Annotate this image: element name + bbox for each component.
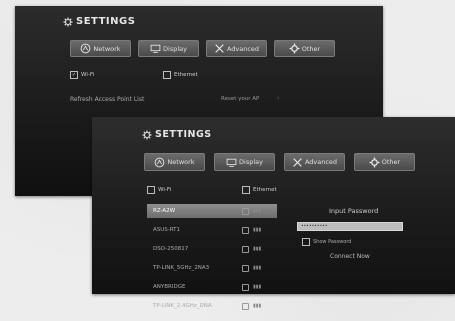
tab-display-label: Display xyxy=(163,44,187,53)
settings-tabs: Network Display Advanced Other xyxy=(70,40,335,57)
show-password-box[interactable] xyxy=(302,238,310,246)
settings-title-text: SETTINGS xyxy=(76,16,136,27)
list-item[interactable]: TP-LINK_5GHz_2NA3 ▮▮▮ xyxy=(147,261,277,275)
lock-icon xyxy=(242,283,249,291)
gear-icon xyxy=(369,157,380,168)
ap-name: DSO-250817 xyxy=(153,246,189,252)
gear-icon xyxy=(63,17,73,27)
network-icon xyxy=(154,157,165,168)
ethernet-checkbox[interactable]: Ethernet xyxy=(242,186,277,194)
signal-icon: ▮▮▮ xyxy=(253,265,262,271)
gear-icon xyxy=(289,43,300,54)
chevron-right-icon: › xyxy=(277,95,280,102)
tab-display-label: Display xyxy=(239,158,263,166)
ap-name: TP-LINK_5GHz_2NA3 xyxy=(153,265,210,271)
tab-other[interactable]: Other xyxy=(274,40,335,57)
list-item[interactable]: ASUS-RT1 ▮▮▮ xyxy=(147,223,277,237)
input-password-label: Input Password xyxy=(329,207,379,215)
connect-now-button[interactable]: Connect Now xyxy=(330,253,370,260)
list-item[interactable]: ANYBRIDGE ▮▮▮ xyxy=(147,280,277,294)
wifi-checkbox[interactable]: ✓ Wi-Fi xyxy=(70,71,94,79)
settings-title-text: SETTINGS xyxy=(155,129,212,140)
ethernet-checkbox-box[interactable] xyxy=(242,186,250,194)
tab-advanced-label: Advanced xyxy=(226,44,260,53)
display-icon xyxy=(226,157,237,168)
list-item[interactable]: TP-LINK_2.4GHz_DNA ▮▮▮ xyxy=(147,299,277,313)
ap-name: ASUS-RT1 xyxy=(153,227,181,233)
tab-advanced-label: Advanced xyxy=(304,158,338,166)
gear-icon xyxy=(142,130,152,140)
network-icon xyxy=(80,43,91,54)
signal-icon: ▮▮▮ xyxy=(253,227,262,233)
signal-icon: ▮▮▮ xyxy=(253,284,262,290)
wifi-label: Wi-Fi xyxy=(158,187,172,193)
settings-panel-front: SETTINGS Network Display Advanced Other … xyxy=(92,117,455,310)
tab-other-label: Other xyxy=(301,44,321,53)
wifi-label: Wi-Fi xyxy=(81,72,95,78)
ap-name: TP-LINK_2.4GHz_DNA xyxy=(153,303,212,309)
ethernet-checkbox-box[interactable] xyxy=(163,71,171,79)
lock-icon xyxy=(242,302,249,310)
ethernet-label: Ethernet xyxy=(174,72,198,78)
signal-icon: ▮▮▮ xyxy=(253,246,262,252)
tab-network[interactable]: Network xyxy=(144,153,205,171)
lock-icon xyxy=(242,226,249,234)
list-item[interactable]: DSO-250817 ▮▮▮ xyxy=(147,242,277,256)
lock-icon xyxy=(242,207,249,215)
tab-network-label: Network xyxy=(93,44,121,53)
tab-network-label: Network xyxy=(167,158,195,166)
show-password-checkbox[interactable]: Show Password xyxy=(302,238,351,246)
settings-tabs: Network Display Advanced Other xyxy=(144,153,415,171)
show-password-label: Show Password xyxy=(313,239,352,245)
tab-advanced[interactable]: Advanced xyxy=(284,153,345,171)
access-point-list: RZ-A2W ▮▮▮ ASUS-RT1 ▮▮▮ DSO-250817 ▮▮▮ T… xyxy=(147,204,277,318)
wifi-checkbox-box[interactable] xyxy=(147,186,155,194)
tab-display[interactable]: Display xyxy=(214,153,275,171)
tools-icon xyxy=(214,43,225,54)
refresh-ap-list-button[interactable]: Refresh Access Point List xyxy=(70,96,144,103)
signal-icon: ▮▮▮ xyxy=(253,303,262,309)
password-field[interactable]: •••••••••• xyxy=(297,222,403,231)
tab-network[interactable]: Network xyxy=(70,40,131,57)
wifi-checkbox-box[interactable]: ✓ xyxy=(70,71,78,79)
ethernet-label: Ethernet xyxy=(253,187,277,193)
wifi-checkbox[interactable]: Wi-Fi xyxy=(147,186,171,194)
reset-ap-button[interactable]: Reset your AP xyxy=(221,96,259,102)
signal-icon: ▮▮▮ xyxy=(253,208,262,214)
tools-icon xyxy=(292,157,303,168)
lock-icon xyxy=(242,264,249,272)
list-item[interactable]: RZ-A2W ▮▮▮ xyxy=(147,204,277,218)
settings-title: SETTINGS xyxy=(63,16,135,27)
settings-title: SETTINGS xyxy=(142,129,212,140)
tab-display[interactable]: Display xyxy=(138,40,199,57)
ap-name: RZ-A2W xyxy=(153,208,176,214)
tab-other[interactable]: Other xyxy=(354,153,415,171)
ethernet-checkbox[interactable]: Ethernet xyxy=(163,71,198,79)
tab-other-label: Other xyxy=(381,158,401,166)
ap-name: ANYBRIDGE xyxy=(153,284,186,290)
tab-advanced[interactable]: Advanced xyxy=(206,40,267,57)
lock-icon xyxy=(242,245,249,253)
display-icon xyxy=(150,43,161,54)
